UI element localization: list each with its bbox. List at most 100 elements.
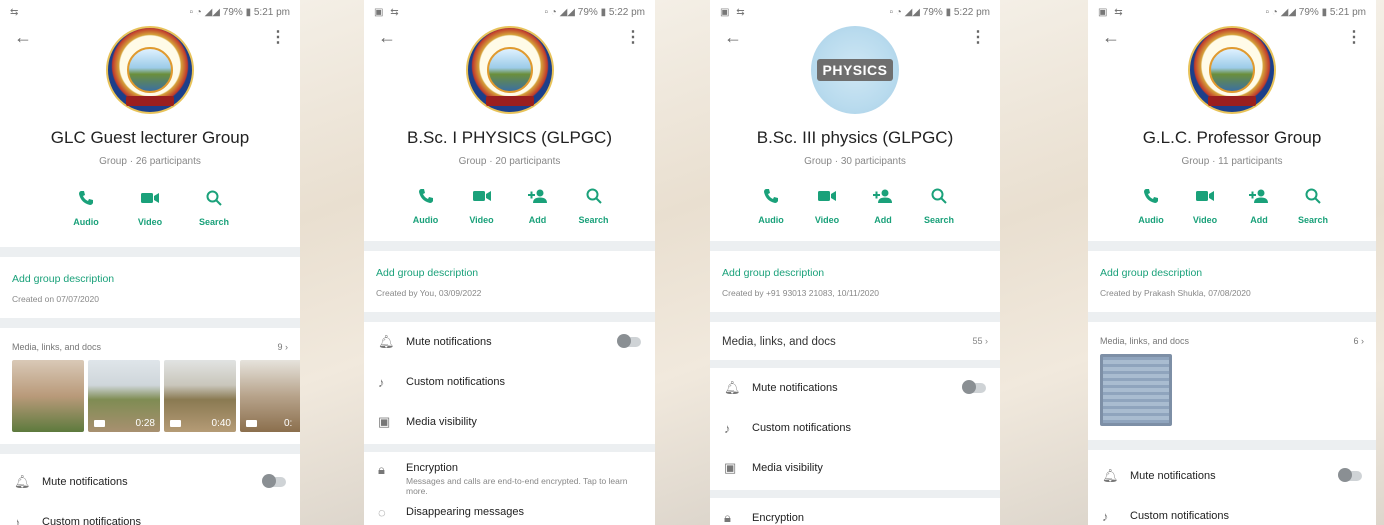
battery-level: 79% xyxy=(577,6,598,18)
back-arrow-icon[interactable]: ← xyxy=(378,27,396,48)
video-call-button[interactable]: Video xyxy=(806,185,848,225)
media-thumbnail[interactable]: 0: xyxy=(240,360,300,432)
search-button[interactable]: Search xyxy=(918,185,960,225)
section-divider xyxy=(1088,440,1376,450)
avatar-text: PHYSICS xyxy=(816,59,894,81)
custom-notifications-row[interactable]: ♪ Custom notifications xyxy=(710,408,1000,448)
mute-toggle[interactable] xyxy=(1338,468,1362,482)
media-thumbnail[interactable]: 0:28 xyxy=(88,360,160,432)
disappearing-messages-row[interactable]: ◌ Disappearing messages xyxy=(364,500,655,524)
media-thumbnail[interactable] xyxy=(12,360,84,432)
clock: 5:22 pm xyxy=(953,6,990,18)
back-arrow-icon[interactable]: ← xyxy=(1102,27,1120,48)
media-count: 6 › xyxy=(1353,336,1364,346)
search-icon xyxy=(206,187,222,209)
media-count: 9 › xyxy=(277,342,288,352)
group-avatar[interactable] xyxy=(1188,26,1276,114)
section-divider xyxy=(0,444,300,454)
status-bar: ⇆ ▫ ◔ ◢◢ 79% ▮ 5:21 pm xyxy=(0,0,300,24)
add-participant-button[interactable]: Add xyxy=(862,185,904,225)
encryption-row[interactable]: 🔒︎ Encryption Messages and calls are end… xyxy=(364,452,655,500)
group-avatar[interactable] xyxy=(106,26,194,114)
back-arrow-icon[interactable]: ← xyxy=(724,27,742,48)
bell-icon: 🔔︎ xyxy=(1102,468,1119,483)
encryption-row[interactable]: 🔒︎ Encryption xyxy=(710,498,1000,525)
notification-icons: ▣ ⇆ xyxy=(374,6,401,18)
mute-toggle[interactable] xyxy=(962,380,986,394)
video-call-button[interactable]: Video xyxy=(129,187,171,227)
video-icon xyxy=(170,420,181,427)
mute-notifications-row[interactable]: 🔔︎ Mute notifications xyxy=(0,462,300,502)
phone-icon xyxy=(418,185,434,207)
video-call-button[interactable]: Video xyxy=(461,185,503,225)
video-icon xyxy=(246,420,257,427)
audio-call-button[interactable]: Audio xyxy=(750,185,792,225)
group-avatar[interactable]: PHYSICS xyxy=(811,26,899,114)
section-divider xyxy=(710,490,1000,498)
media-thumbnail[interactable]: 0:40 xyxy=(164,360,236,432)
search-icon xyxy=(931,185,947,207)
add-description-link[interactable]: Add group description xyxy=(1100,267,1364,279)
video-camera-icon xyxy=(141,187,159,209)
media-section-header[interactable]: Media, links, and docs 6 › xyxy=(1088,322,1376,354)
media-visibility-row[interactable]: ▣ Media visibility xyxy=(364,402,655,442)
add-description-link[interactable]: Add group description xyxy=(12,273,288,285)
group-avatar[interactable] xyxy=(465,26,554,114)
video-call-button[interactable]: Video xyxy=(1184,185,1226,225)
emblem-icon xyxy=(486,47,533,93)
search-icon xyxy=(586,185,602,207)
more-options-icon[interactable]: ⋮ xyxy=(625,27,641,47)
add-person-icon xyxy=(527,185,548,207)
mute-toggle[interactable] xyxy=(262,474,286,488)
more-options-icon[interactable]: ⋮ xyxy=(1346,27,1362,47)
created-info: Created by You, 03/09/2022 xyxy=(376,288,482,298)
add-description-link[interactable]: Add group description xyxy=(722,267,988,279)
search-button[interactable]: Search xyxy=(573,185,615,225)
media-thumbnails: 0:28 0:40 0: xyxy=(0,360,300,434)
section-divider xyxy=(0,318,300,328)
audio-call-button[interactable]: Audio xyxy=(405,185,447,225)
custom-notifications-row[interactable]: ♪ Custom notifications xyxy=(1088,496,1376,525)
music-note-icon: ♪ xyxy=(14,514,21,525)
created-info: Created on 07/07/2020 xyxy=(12,294,99,304)
mute-notifications-row[interactable]: 🔔︎ Mute notifications xyxy=(364,322,655,362)
audio-call-button[interactable]: Audio xyxy=(65,187,107,227)
media-section-header[interactable]: Media, links, and docs 55 › xyxy=(710,322,1000,356)
add-participant-button[interactable]: Add xyxy=(517,185,559,225)
encryption-description: Messages and calls are end-to-end encryp… xyxy=(406,476,628,497)
phone-icon xyxy=(763,185,779,207)
mute-notifications-row[interactable]: 🔔︎ Mute notifications xyxy=(1088,456,1376,496)
media-count: 55 › xyxy=(972,336,988,346)
back-arrow-icon[interactable]: ← xyxy=(14,27,32,48)
media-section-header[interactable]: Media, links, and docs 9 › xyxy=(0,328,300,360)
background-watermark xyxy=(1376,0,1384,525)
lock-icon: 🔒︎ xyxy=(378,462,385,477)
add-person-icon xyxy=(1249,185,1269,207)
lock-icon: 🔒︎ xyxy=(724,510,731,525)
background-watermark xyxy=(300,0,364,525)
participant-count: Group · 11 participants xyxy=(1181,156,1283,167)
group-name: B.Sc. I PHYSICS (GLPGC) xyxy=(407,128,612,147)
signal-icons: ▫ ◔ ◢◢ xyxy=(1265,6,1299,18)
mute-notifications-row[interactable]: 🔔︎ Mute notifications xyxy=(710,368,1000,408)
search-button[interactable]: Search xyxy=(1292,185,1334,225)
battery-icon: ▮ xyxy=(245,6,252,18)
status-bar: ▣ ⇆ ▫ ◔ ◢◢ 79% ▮ 5:22 pm xyxy=(364,0,655,24)
add-participant-button[interactable]: Add xyxy=(1238,185,1280,225)
media-visibility-row[interactable]: ▣ Media visibility xyxy=(710,448,1000,488)
custom-notifications-row[interactable]: ♪ Custom notifications xyxy=(364,362,655,402)
search-button[interactable]: Search xyxy=(193,187,235,227)
custom-notifications-row[interactable]: ♪ Custom notifications xyxy=(0,502,300,525)
section-divider xyxy=(710,312,1000,322)
more-options-icon[interactable]: ⋮ xyxy=(270,27,286,47)
audio-call-button[interactable]: Audio xyxy=(1130,185,1172,225)
notification-icons: ▣ ⇆ xyxy=(720,6,747,18)
participant-count: Group · 26 participants xyxy=(99,156,201,167)
battery-icon: ▮ xyxy=(945,6,952,18)
emblem-icon xyxy=(1209,47,1255,93)
clock: 5:21 pm xyxy=(1329,6,1366,18)
document-thumbnail[interactable] xyxy=(1100,354,1172,426)
mute-toggle[interactable] xyxy=(617,334,641,348)
more-options-icon[interactable]: ⋮ xyxy=(970,27,986,47)
add-description-link[interactable]: Add group description xyxy=(376,267,643,279)
